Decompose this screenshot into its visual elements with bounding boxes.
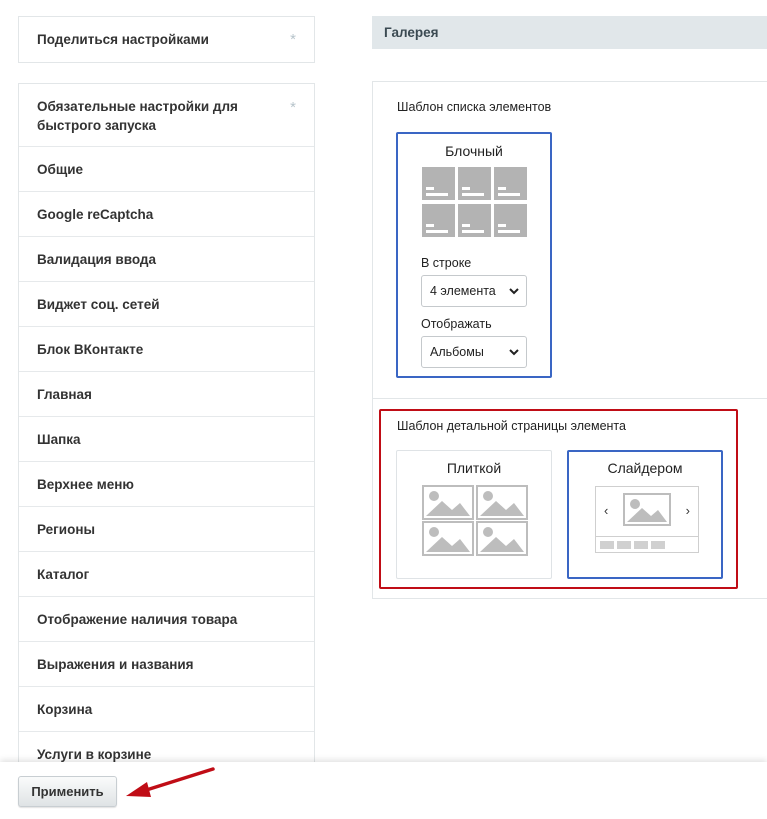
sidebar-item-label: Отображение наличия товара — [37, 611, 238, 627]
per-row-label: В строке — [421, 256, 472, 270]
slider-next-icon: › — [685, 503, 690, 518]
sidebar-item-input-validation[interactable]: Валидация ввода — [19, 237, 314, 282]
sidebar-item-main[interactable]: Главная — [19, 372, 314, 417]
detail-template-tile-option[interactable]: Плиткой — [396, 450, 552, 579]
tile-option-title: Плиткой — [446, 460, 502, 476]
sidebar-item-recaptcha[interactable]: Google reCaptcha — [19, 192, 314, 237]
display-label: Отображать — [421, 317, 492, 331]
display-select[interactable]: Альбомы — [421, 336, 527, 368]
display-select-value: Альбомы — [430, 345, 484, 359]
share-settings-item[interactable]: Поделиться настройками * — [19, 17, 314, 62]
sidebar-item-label: Обязательные настройки для быстрого запу… — [37, 99, 238, 133]
sidebar-item-label: Общие — [37, 161, 84, 177]
annotation-arrow-icon — [126, 767, 215, 797]
apply-button[interactable]: Применить — [18, 776, 117, 807]
sidebar-item-header[interactable]: Шапка — [19, 417, 314, 462]
sidebar-item-label: Регионы — [37, 521, 96, 537]
sidebar-item-label: Верхнее меню — [37, 476, 134, 492]
share-settings-label: Поделиться настройками — [37, 32, 209, 47]
image-placeholder-icon — [623, 493, 671, 526]
detail-template-label: Шаблон детальной страницы элемента — [397, 419, 626, 433]
sidebar-item-social-widget[interactable]: Виджет соц. сетей — [19, 282, 314, 327]
bottom-action-bar: Применить — [0, 762, 767, 819]
sidebar-item-phrases[interactable]: Выражения и названия — [19, 642, 314, 687]
sidebar-item-regions[interactable]: Регионы — [19, 507, 314, 552]
list-template-label: Шаблон списка элементов — [397, 100, 552, 114]
sidebar-item-label: Валидация ввода — [37, 251, 157, 267]
sidebar-item-general[interactable]: Общие — [19, 147, 314, 192]
sidebar-item-stock-display[interactable]: Отображение наличия товара — [19, 597, 314, 642]
sidebar-item-label: Выражения и названия — [37, 656, 194, 672]
panel-divider — [372, 398, 767, 399]
share-settings-box: Поделиться настройками * — [18, 16, 315, 63]
slider-preview-icon: ‹ › — [595, 486, 699, 553]
section-title: Галерея — [372, 16, 767, 49]
sidebar-item-top-menu[interactable]: Верхнее меню — [19, 462, 314, 507]
sidebar-item-catalog[interactable]: Каталог — [19, 552, 314, 597]
sidebar-item-label: Услуги в корзине — [37, 746, 152, 762]
slider-prev-icon: ‹ — [604, 503, 609, 518]
sidebar-item-cart[interactable]: Корзина — [19, 687, 314, 732]
sidebar-item-label: Главная — [37, 386, 92, 402]
sidebar-item-label: Шапка — [37, 431, 81, 447]
sidebar-item-label: Корзина — [37, 701, 93, 717]
per-row-select[interactable]: 4 элемента — [421, 275, 527, 307]
sidebar-item-label: Каталог — [37, 566, 90, 582]
sidebar-item-label: Блок ВКонтакте — [37, 341, 144, 357]
chevron-down-icon — [509, 349, 519, 356]
chevron-down-icon — [509, 288, 519, 295]
per-row-select-value: 4 элемента — [430, 284, 496, 298]
star-icon: * — [290, 31, 296, 48]
settings-nav: Обязательные настройки для быстрого запу… — [18, 83, 315, 783]
sidebar-item-label: Виджет соц. сетей — [37, 296, 160, 312]
block-option-title: Блочный — [445, 143, 503, 159]
sidebar-item-vk-block[interactable]: Блок ВКонтакте — [19, 327, 314, 372]
detail-template-slider-option[interactable]: Слайдером ‹ › — [567, 450, 723, 579]
star-icon: * — [290, 99, 296, 116]
sidebar-item-label: Google reCaptcha — [37, 206, 154, 222]
list-template-block-option[interactable]: Блочный В строке 4 элемента Отображать А… — [396, 132, 552, 378]
sidebar-item-required-settings[interactable]: Обязательные настройки для быстрого запу… — [19, 84, 314, 147]
slider-option-title: Слайдером — [607, 460, 683, 476]
